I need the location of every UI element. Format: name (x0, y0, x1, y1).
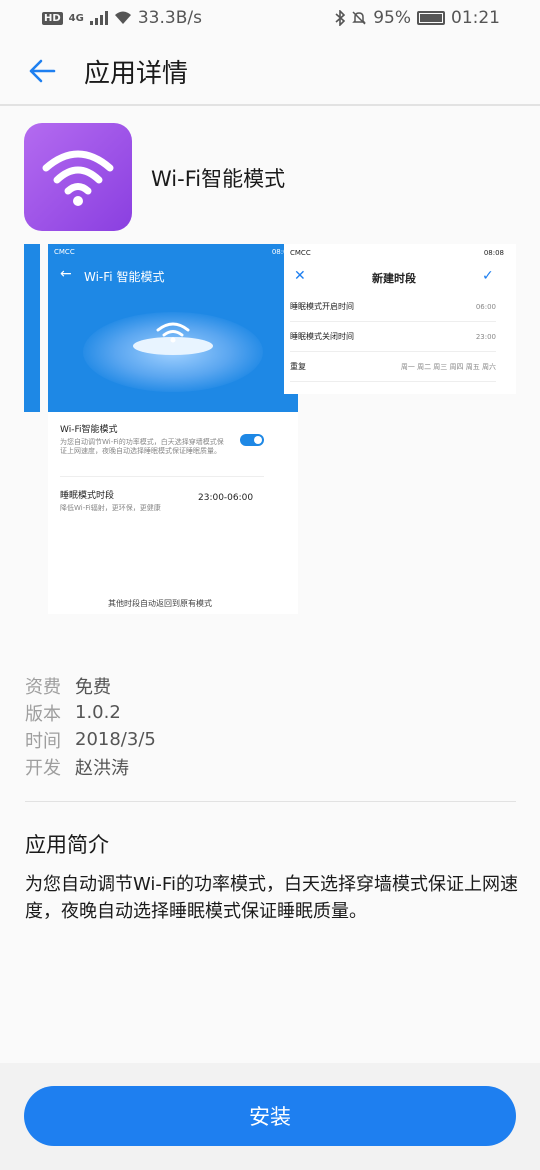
app-info: 资费 免费 版本 1.0.2 时间 2018/3/5 开发 赵洪涛 (25, 672, 156, 780)
mini-row-1-label: 睡眠模式开启时间 (290, 302, 354, 311)
screenshot-1-header: CMCC 08:08 ← Wi-Fi 智能模式 (48, 244, 298, 412)
mini-note: 其他时段自动返回到原有模式 (108, 599, 212, 608)
screenshot-1[interactable]: CMCC 08:08 ← Wi-Fi 智能模式 Wi-Fi智能模式 为您自动调节… (48, 244, 298, 614)
divider (25, 801, 516, 802)
price-value: 免费 (75, 676, 111, 698)
mini-setting-2-desc: 降低Wi-Fi辐射，更环保，更健康 (60, 504, 161, 512)
info-row-version: 版本 1.0.2 (25, 699, 156, 726)
date-label: 时间 (25, 730, 61, 752)
version-label: 版本 (25, 703, 61, 725)
mini-row-3-label: 重复 (290, 362, 306, 371)
mini-time-2: 08:08 (483, 249, 504, 257)
info-row-price: 资费 免费 (25, 672, 156, 699)
mini-back-icon: ← (60, 266, 72, 282)
app-icon (24, 123, 132, 231)
network-speed: 33.3B/s (137, 8, 202, 28)
info-row-date: 时间 2018/3/5 (25, 726, 156, 753)
network-type: 4G (68, 12, 84, 24)
install-button[interactable]: 安装 (24, 1086, 516, 1146)
mini-setting-2-value: 23:00-06:00 (198, 493, 254, 503)
version-value: 1.0.2 (75, 702, 121, 723)
mini-row-1-value: 06:00 (475, 302, 496, 311)
arrow-left-icon (29, 59, 56, 83)
wifi-icon (42, 150, 114, 206)
mini-row-1: 睡眠模式开启时间 06:00 (290, 292, 496, 322)
mini-check-icon: ✓ (482, 268, 494, 284)
mini-divider (60, 476, 264, 477)
price-label: 资费 (25, 676, 61, 698)
wifi-icon (114, 11, 131, 24)
mini-row-3-value: 周一 周二 周三 周四 周五 周六 (400, 362, 496, 371)
bluetooth-icon (335, 10, 346, 26)
status-bar: HD 4G 33.3B/s 95% 01:21 (0, 0, 540, 36)
page-title: 应用详情 (84, 58, 189, 89)
back-button[interactable] (22, 51, 62, 91)
info-row-developer: 开发 赵洪涛 (25, 753, 156, 780)
app-name: Wi-Fi智能模式 (151, 167, 286, 191)
mini-carrier-2: CMCC (290, 249, 311, 257)
signal-icon (89, 11, 108, 25)
mini-carrier: CMCC (54, 248, 75, 256)
mini-row-2-value: 23:00 (475, 332, 496, 341)
screenshot-gallery[interactable]: CMCC 08:08 ← Wi-Fi 智能模式 Wi-Fi智能模式 为您自动调节… (24, 244, 516, 614)
mini-wifi-icon (156, 322, 190, 343)
battery-percent: 95% (373, 8, 411, 28)
screenshot-2[interactable]: CMCC 08:08 ✕ 新建时段 ✓ 睡眠模式开启时间 06:00 睡眠模式关… (284, 244, 516, 394)
screenshot-partial[interactable] (24, 244, 40, 412)
battery-icon (417, 11, 445, 25)
intro-body: 为您自动调节Wi-Fi的功率模式，白天选择穿墙模式保证上网速度，夜晚自动选择睡眠… (25, 874, 518, 922)
mini-row-2: 睡眠模式关闭时间 23:00 (290, 322, 496, 352)
developer-label: 开发 (25, 757, 61, 779)
mini-setting-1-desc: 为您自动调节Wi-Fi的功率模式，白天选择穿墙模式保证上网速度，夜晚自动选择睡眠… (60, 438, 224, 456)
mini-toggle (240, 434, 264, 446)
mini-row-3: 重复 周一 周二 周三 周四 周五 周六 (290, 352, 496, 382)
title-bar: 应用详情 (0, 36, 540, 106)
divider (0, 104, 540, 106)
mini-row-2-label: 睡眠模式关闭时间 (290, 332, 354, 341)
mini-title-2: 新建时段 (372, 272, 416, 285)
developer-value: 赵洪涛 (75, 757, 129, 779)
hd-badge: HD (42, 11, 63, 25)
mute-bell-icon (352, 11, 367, 25)
intro-heading: 应用简介 (25, 833, 109, 857)
date-value: 2018/3/5 (75, 729, 156, 750)
mini-title: Wi-Fi 智能模式 (84, 270, 165, 284)
clock: 01:21 (451, 8, 500, 28)
mini-close-icon: ✕ (294, 268, 306, 284)
